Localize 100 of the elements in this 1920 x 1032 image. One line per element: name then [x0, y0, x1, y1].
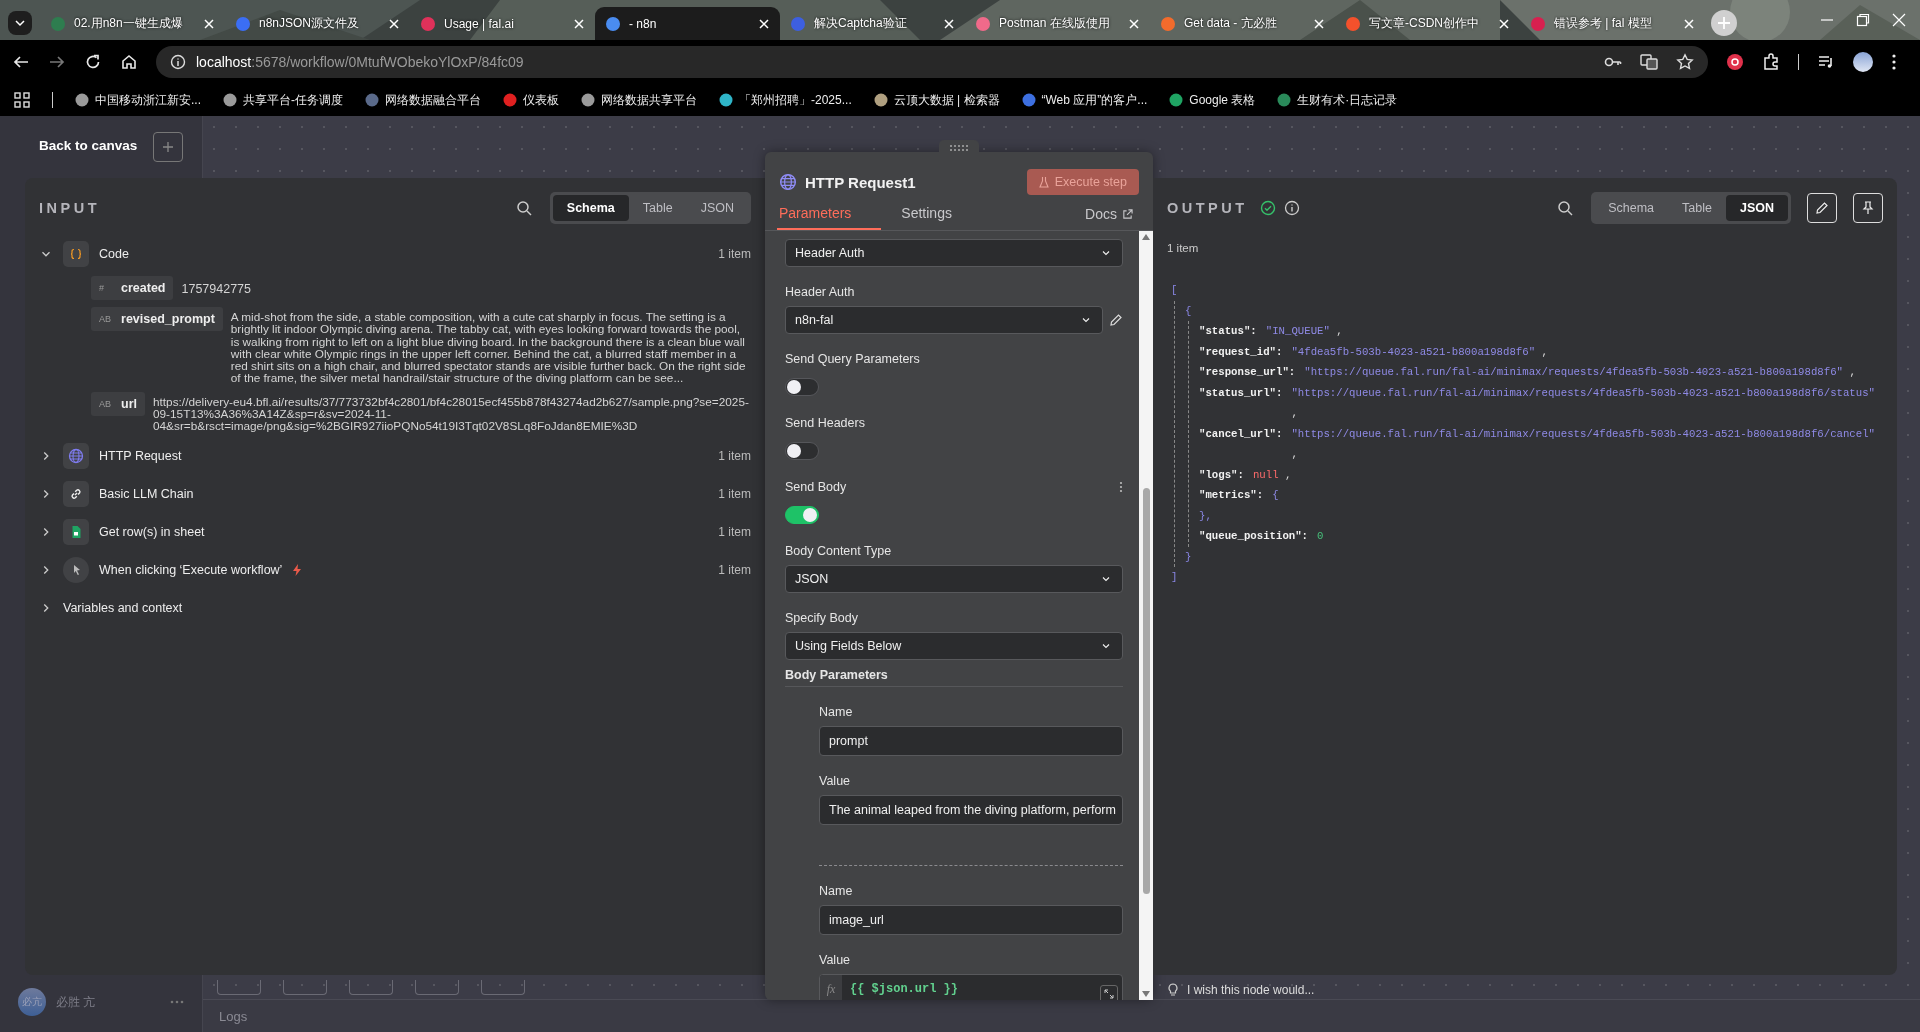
close-icon[interactable] [573, 17, 585, 30]
node-name[interactable]: Basic LLM Chain [99, 487, 194, 502]
field-key[interactable]: # created [91, 276, 174, 300]
input-field[interactable]: prompt [819, 726, 1123, 756]
panel-tab[interactable]: Parameters [777, 199, 882, 230]
view-tab[interactable]: JSON [1725, 195, 1788, 221]
plus-icon [1717, 16, 1731, 30]
more-options-icon[interactable] [1119, 481, 1123, 493]
docs-link[interactable]: Docs [1079, 205, 1139, 230]
add-button[interactable] [153, 132, 184, 162]
node-name[interactable]: Get row(s) in sheet [99, 525, 205, 540]
json-bracket: ] [1171, 570, 1178, 585]
browser-tab[interactable]: Postman 在线版使用 [965, 7, 1150, 40]
drag-handle-icon[interactable] [939, 140, 979, 156]
scroll-down-icon[interactable] [1142, 991, 1150, 997]
browser-tab[interactable]: 02.用n8n一键生成爆 [40, 7, 225, 40]
media-icon[interactable] [1817, 53, 1835, 71]
search-icon[interactable] [515, 200, 532, 216]
bookmark[interactable]: 云顶大数据 | 检索器 [873, 91, 1000, 109]
scroll-up-icon[interactable] [1142, 234, 1150, 240]
browser-tab[interactable]: n8nJSON源文件及 [225, 7, 410, 40]
address-field[interactable]: localhost:5678/workflow/0MtufWObekoYlOxP/84fc09 [156, 46, 1708, 78]
view-tab[interactable]: Table [628, 195, 687, 221]
puzzle-icon[interactable] [1762, 53, 1780, 71]
expression-field[interactable]: fx {{ $json.url }} [819, 974, 1123, 1000]
bookmark[interactable]: 中国移动浙江新安... [75, 91, 201, 109]
bookmark[interactable]: 共享平台-任务调度 [223, 91, 343, 109]
browser-tab[interactable]: - n8n [595, 7, 780, 40]
bookmark[interactable]: 生财有术·日志记录 [1277, 91, 1398, 109]
success-check-icon [1259, 200, 1276, 216]
extension-icon[interactable] [1726, 53, 1744, 71]
browser-tab[interactable]: Usage | fal.ai [410, 7, 595, 40]
select-field[interactable]: JSON [785, 565, 1123, 593]
browser-tab[interactable]: 写文章-CSDN创作中 [1335, 7, 1520, 40]
info-icon[interactable] [170, 54, 186, 70]
field-label: Name [819, 705, 854, 719]
json-line: "response_url": "https://queue.fal.run/fal-ai/minimax/requests/4fdea5fb-503b-4023-a521-b800a198d8f6" , [1199, 365, 1857, 380]
bookmark[interactable]: 网络数据共享平台 [581, 91, 697, 109]
node-name[interactable]: When clicking ‘Execute workflow’ [99, 563, 283, 578]
node-name[interactable]: Code [99, 246, 129, 261]
star-icon[interactable] [1676, 53, 1694, 71]
info-icon[interactable] [1283, 200, 1300, 216]
json-line: "request_id": "4fdea5fb-503b-4023-a521-b800a198d8f6" , [1199, 344, 1549, 360]
field-label: Value [819, 953, 852, 967]
input-field[interactable]: image_url [819, 905, 1123, 935]
menu-icon[interactable] [1891, 53, 1897, 71]
edit-button[interactable] [1807, 193, 1837, 223]
home-icon[interactable] [120, 53, 138, 71]
item-count: 1 item [718, 449, 751, 464]
tab-title: 错误参考 | fal 模型 [1554, 15, 1653, 32]
lightning-icon [292, 563, 303, 578]
select-field[interactable]: Using Fields Below [785, 632, 1123, 660]
tab-title: 02.用n8n一键生成爆 [74, 15, 184, 32]
view-tab[interactable]: JSON [686, 195, 748, 221]
panel-tab[interactable]: Settings [899, 199, 966, 230]
tab-search-button[interactable] [8, 11, 32, 35]
select-field[interactable]: n8n-fal [785, 306, 1103, 334]
expand-button[interactable] [1100, 985, 1118, 1000]
bookmark[interactable]: 网络数据融合平台 [365, 91, 481, 109]
node-name[interactable]: HTTP Request [99, 449, 182, 464]
browser-tab[interactable]: Get data - 亢必胜 [1150, 7, 1335, 40]
apps-grid-icon[interactable] [14, 92, 30, 108]
bookmark[interactable]: “Web 应用”的客户... [1021, 91, 1148, 109]
bookmark[interactable]: 「郑州招聘」-2025... [719, 91, 852, 109]
close-icon[interactable] [943, 17, 955, 30]
reload-icon[interactable] [84, 53, 102, 71]
input-field[interactable]: The animal leaped from the diving platform, perform [819, 795, 1123, 825]
more-icon[interactable] [170, 1000, 184, 1004]
toggle-switch[interactable] [785, 378, 819, 396]
section-label[interactable]: Variables and context [63, 601, 183, 616]
field-label: Specify Body [785, 611, 859, 625]
pin-button[interactable] [1853, 193, 1883, 223]
tab-title: Get data - 亢必胜 [1184, 15, 1278, 32]
bookmark[interactable]: Google 表格 [1169, 91, 1256, 109]
toggle-switch[interactable] [785, 506, 819, 524]
back-to-canvas-link[interactable]: Back to canvas [39, 138, 138, 153]
pencil-icon[interactable] [1109, 313, 1123, 327]
close-icon[interactable] [1313, 17, 1325, 30]
field-key[interactable]: AB url [91, 391, 145, 416]
field-label: Name [819, 884, 854, 898]
restore-icon[interactable] [1856, 13, 1870, 27]
close-icon[interactable] [1892, 13, 1906, 27]
field-key[interactable]: AB revised_prompt [91, 307, 223, 331]
translate-icon[interactable] [1640, 53, 1658, 71]
field-label: Value [819, 774, 852, 788]
close-icon[interactable] [1498, 17, 1510, 30]
search-icon[interactable] [1557, 200, 1574, 216]
view-tab[interactable]: Schema [552, 195, 629, 221]
toggle-switch[interactable] [785, 442, 819, 460]
scrollbar[interactable] [1139, 231, 1153, 1000]
select-field[interactable]: Header Auth [785, 239, 1123, 267]
view-tab[interactable]: Table [1668, 195, 1726, 221]
feedback-text[interactable]: I wish this node would... [1187, 983, 1315, 997]
browser-tab[interactable]: 解决Captcha验证 [780, 7, 965, 40]
profile-avatar[interactable] [1853, 52, 1873, 72]
close-icon[interactable] [388, 17, 400, 30]
bookmark[interactable]: 仪表板 [503, 91, 559, 109]
close-icon[interactable] [203, 17, 215, 30]
view-tab[interactable]: Schema [1594, 195, 1669, 221]
close-icon[interactable] [758, 17, 770, 30]
